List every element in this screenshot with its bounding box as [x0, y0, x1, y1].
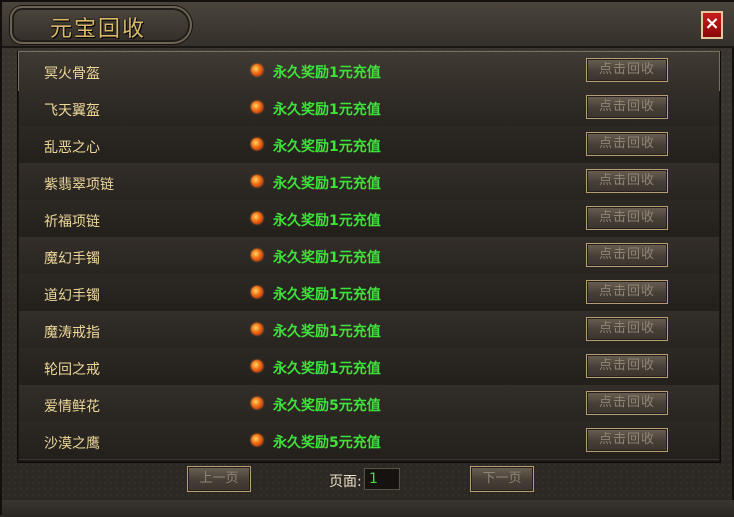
reward-gem-icon [251, 175, 263, 187]
recycle-button[interactable]: 点击回收 [586, 354, 668, 378]
list-item: 乱恶之心 永久奖励1元充值 点击回收 [19, 126, 719, 164]
item-name: 飞天翼盔 [44, 103, 100, 119]
list-item: 轮回之戒 永久奖励1元充值 点击回收 [19, 348, 719, 386]
reward-text: 永久奖励5元充值 [273, 398, 381, 414]
reward-gem-icon [251, 249, 263, 261]
list-item: 道幻手镯 永久奖励1元充值 点击回收 [19, 274, 719, 312]
list-item: 飞天翼盔 永久奖励1元充值 点击回收 [19, 89, 719, 127]
reward-gem-icon [251, 101, 263, 113]
item-name: 祈福项链 [44, 214, 100, 230]
reward-gem-icon [251, 397, 263, 409]
item-list: 冥火骨盔 永久奖励1元充值 点击回收 飞天翼盔 永久奖励1元充值 点击回收 乱恶… [17, 51, 721, 463]
recycle-button[interactable]: 点击回收 [586, 280, 668, 304]
recycle-button[interactable]: 点击回收 [586, 243, 668, 267]
reward-gem-icon [251, 212, 263, 224]
page-label: 页面: [329, 474, 362, 490]
list-item: 魔幻手镯 永久奖励1元充值 点击回收 [19, 237, 719, 275]
page-number-field[interactable]: 1 [364, 468, 400, 490]
list-item: 祈福项链 永久奖励1元充值 点击回收 [19, 200, 719, 238]
close-button[interactable]: × [701, 11, 723, 39]
reward-text: 永久奖励1元充值 [273, 102, 381, 118]
list-item: 爱情鲜花 永久奖励5元充值 点击回收 [19, 385, 719, 423]
next-page-button[interactable]: 下一页 [470, 466, 534, 492]
item-name: 乱恶之心 [44, 140, 100, 156]
recycle-window: 元宝回收 × 冥火骨盔 永久奖励1元充值 点击回收 飞天翼盔 永久奖励1元充值 … [0, 0, 734, 517]
reward-text: 永久奖励1元充值 [273, 361, 381, 377]
reward-gem-icon [251, 360, 263, 372]
item-name: 冥火骨盔 [44, 66, 100, 82]
window-title: 元宝回收 [50, 17, 147, 42]
reward-gem-icon [251, 323, 263, 335]
list-item: 魔涛戒指 永久奖励1元充值 点击回收 [19, 311, 719, 349]
reward-gem-icon [251, 434, 263, 446]
reward-text: 永久奖励1元充值 [273, 250, 381, 266]
item-name: 道幻手镯 [44, 288, 100, 304]
title-bar: 元宝回收 × [2, 2, 734, 48]
reward-text: 永久奖励1元充值 [273, 176, 381, 192]
recycle-button[interactable]: 点击回收 [586, 95, 668, 119]
reward-text: 永久奖励1元充值 [273, 65, 381, 81]
recycle-button[interactable]: 点击回收 [586, 428, 668, 452]
list-item: 冥火骨盔 永久奖励1元充值 点击回收 [18, 51, 720, 91]
reward-gem-icon [251, 286, 263, 298]
list-item: 沙漠之鹰 永久奖励5元充值 点击回收 [19, 422, 719, 460]
item-name: 魔涛戒指 [44, 325, 100, 341]
reward-text: 永久奖励1元充值 [273, 139, 381, 155]
recycle-button[interactable]: 点击回收 [586, 169, 668, 193]
reward-gem-icon [251, 64, 263, 76]
reward-text: 永久奖励5元充值 [273, 435, 381, 451]
reward-text: 永久奖励1元充值 [273, 213, 381, 229]
list-item: 紫翡翠项链 永久奖励1元充值 点击回收 [19, 163, 719, 201]
item-name: 沙漠之鹰 [44, 436, 100, 452]
item-name: 爱情鲜花 [44, 399, 100, 415]
reward-text: 永久奖励1元充值 [273, 324, 381, 340]
reward-gem-icon [251, 138, 263, 150]
recycle-button[interactable]: 点击回收 [586, 206, 668, 230]
prev-page-button[interactable]: 上一页 [187, 466, 251, 492]
title-plate: 元宝回收 [10, 6, 192, 44]
reward-text: 永久奖励1元充值 [273, 287, 381, 303]
recycle-button[interactable]: 点击回收 [586, 58, 668, 82]
item-name: 魔幻手镯 [44, 251, 100, 267]
item-name: 轮回之戒 [44, 362, 100, 378]
window-bottom-edge [2, 500, 734, 517]
recycle-button[interactable]: 点击回收 [586, 132, 668, 156]
recycle-button[interactable]: 点击回收 [586, 391, 668, 415]
item-name: 紫翡翠项链 [44, 177, 114, 193]
recycle-button[interactable]: 点击回收 [586, 317, 668, 341]
